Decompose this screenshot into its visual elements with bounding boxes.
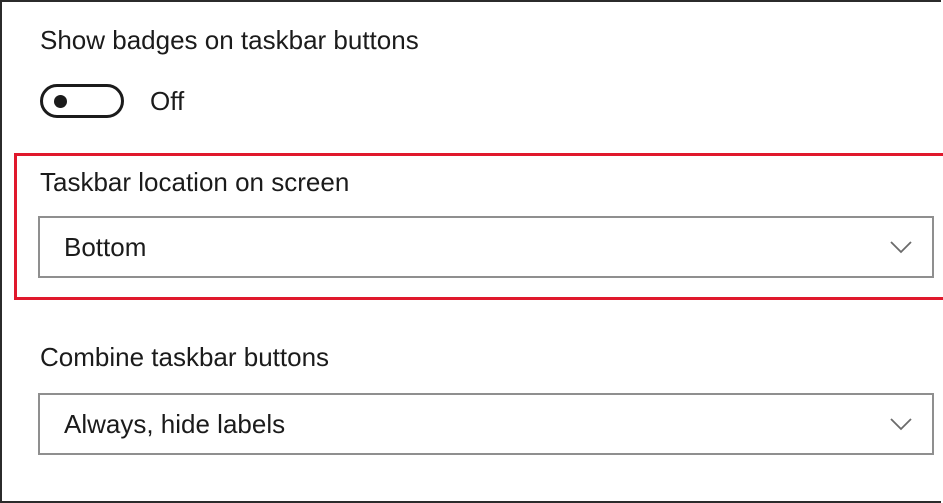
combine-buttons-dropdown[interactable]: Always, hide labels — [38, 393, 934, 455]
taskbar-location-selected-value: Bottom — [64, 232, 147, 262]
chevron-down-icon — [890, 241, 912, 254]
taskbar-location-label: Taskbar location on screen — [40, 167, 350, 197]
combine-buttons-label: Combine taskbar buttons — [40, 342, 330, 372]
toggle-knob — [54, 95, 67, 108]
combine-buttons-selected-value: Always, hide labels — [64, 409, 286, 439]
badges-toggle-state: Off — [150, 86, 185, 116]
taskbar-location-dropdown[interactable]: Bottom — [38, 216, 934, 278]
badges-toggle-switch[interactable] — [40, 84, 124, 118]
chevron-down-icon — [890, 418, 912, 431]
badges-setting-label: Show badges on taskbar buttons — [40, 25, 419, 55]
